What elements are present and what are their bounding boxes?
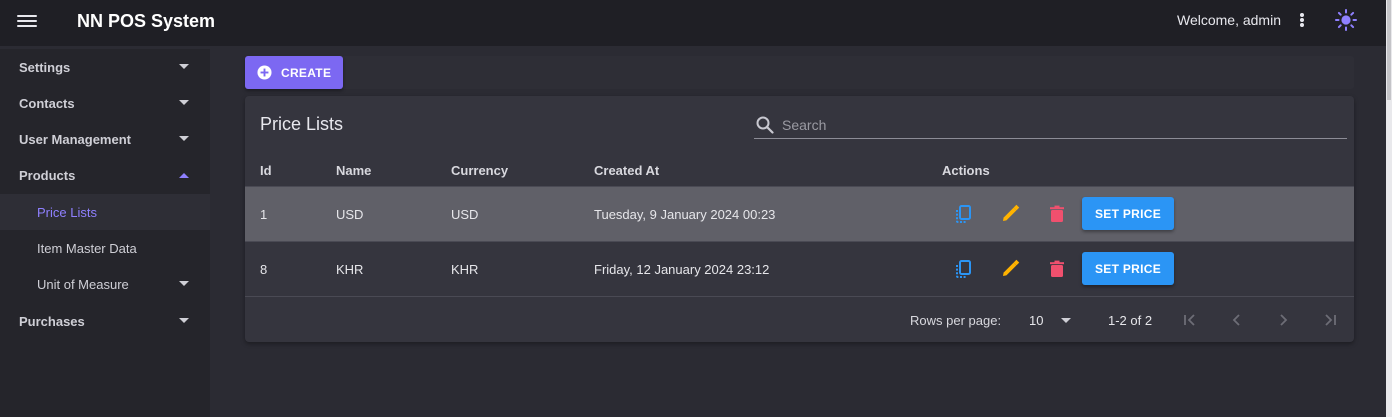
sidebar-item-label: Item Master Data [37, 240, 137, 256]
set-price-button[interactable]: SET PRICE [1082, 197, 1174, 230]
sidebar-item-label: Price Lists [37, 204, 97, 220]
first-page-icon[interactable] [1180, 310, 1200, 330]
column-header-currency[interactable]: Currency [451, 163, 508, 178]
column-header-created-at[interactable]: Created At [594, 163, 659, 178]
edit-icon[interactable] [999, 203, 1021, 225]
table-pagination: Rows per page: 10 1-2 of 2 [245, 296, 1354, 342]
card-title: Price Lists [260, 114, 344, 134]
more-vert-icon[interactable] [1297, 11, 1307, 29]
set-price-button[interactable]: SET PRICE [1082, 252, 1174, 285]
cell-id: 1 [260, 207, 268, 222]
column-header-name[interactable]: Name [336, 163, 371, 178]
previous-page-icon[interactable] [1227, 310, 1247, 330]
sidebar-item-user-management[interactable]: User Management [0, 121, 210, 157]
rows-per-page-label: Rows per page: [910, 313, 1002, 328]
toolbar [245, 56, 1354, 89]
column-header-id[interactable]: Id [260, 163, 272, 178]
caret-down-icon [179, 318, 189, 323]
search-field [754, 112, 1347, 139]
caret-down-icon [179, 281, 189, 286]
cell-created-at: Friday, 12 January 2024 23:12 [594, 262, 770, 277]
caret-down-icon [179, 64, 189, 69]
app-title: NN POS System [77, 11, 216, 31]
copy-icon[interactable] [953, 258, 975, 280]
sidebar-item-item-master-data[interactable]: Item Master Data [0, 230, 210, 266]
table-row[interactable]: 8 KHR KHR Friday, 12 January 2024 23:12 … [245, 241, 1354, 296]
sidebar-item-unit-of-measure[interactable]: Unit of Measure [0, 266, 210, 302]
rows-per-page-select[interactable]: 10 [1029, 313, 1043, 328]
top-app-bar: NN POS System Welcome, admin [0, 0, 1386, 46]
welcome-text: Welcome, admin [1176, 12, 1281, 28]
next-page-icon[interactable] [1273, 310, 1293, 330]
chevron-down-icon[interactable] [1061, 318, 1071, 324]
cell-created-at: Tuesday, 9 January 2024 00:23 [594, 207, 776, 222]
delete-icon[interactable] [1046, 203, 1068, 225]
create-button-label: CREATE [281, 65, 332, 80]
sidebar-item-contacts[interactable]: Contacts [0, 85, 210, 121]
cell-currency: USD [451, 207, 479, 222]
cell-name: KHR [336, 262, 364, 277]
table-row[interactable]: 1 USD USD Tuesday, 9 January 2024 00:23 … [245, 186, 1354, 241]
last-page-icon[interactable] [1320, 310, 1340, 330]
sidebar-item-label: Unit of Measure [37, 276, 129, 292]
copy-icon[interactable] [953, 203, 975, 225]
cell-currency: KHR [451, 262, 479, 277]
sidebar: Settings Contacts User Management Produc… [0, 49, 210, 417]
sidebar-item-purchases[interactable]: Purchases [0, 303, 210, 339]
caret-up-icon [179, 173, 189, 178]
search-input[interactable] [782, 114, 1342, 136]
sidebar-item-settings[interactable]: Settings [0, 49, 210, 85]
sidebar-item-label: Purchases [19, 313, 85, 329]
sidebar-item-price-lists[interactable]: Price Lists [0, 194, 210, 230]
hamburger-menu-icon[interactable] [17, 13, 37, 29]
sidebar-item-label: Contacts [19, 95, 75, 111]
sun-theme-icon[interactable] [1334, 8, 1358, 32]
cell-name: USD [336, 207, 364, 222]
create-button[interactable]: CREATE [245, 56, 343, 89]
caret-down-icon [179, 136, 189, 141]
delete-icon[interactable] [1046, 258, 1068, 280]
pagination-range: 1-2 of 2 [1108, 313, 1153, 328]
sidebar-item-products[interactable]: Products [0, 157, 210, 193]
edit-icon[interactable] [999, 258, 1021, 280]
cell-id: 8 [260, 262, 268, 277]
search-icon [756, 116, 774, 134]
page-scrollbar-thumb[interactable] [1387, 0, 1391, 100]
sidebar-item-label: User Management [19, 131, 131, 147]
price-lists-card: Price Lists Id Name Currency Created At … [245, 96, 1354, 342]
sidebar-item-label: Products [19, 167, 76, 183]
caret-down-icon [179, 100, 189, 105]
sidebar-item-label: Settings [19, 59, 71, 75]
plus-circle-icon [257, 65, 272, 80]
column-header-actions: Actions [942, 163, 990, 178]
